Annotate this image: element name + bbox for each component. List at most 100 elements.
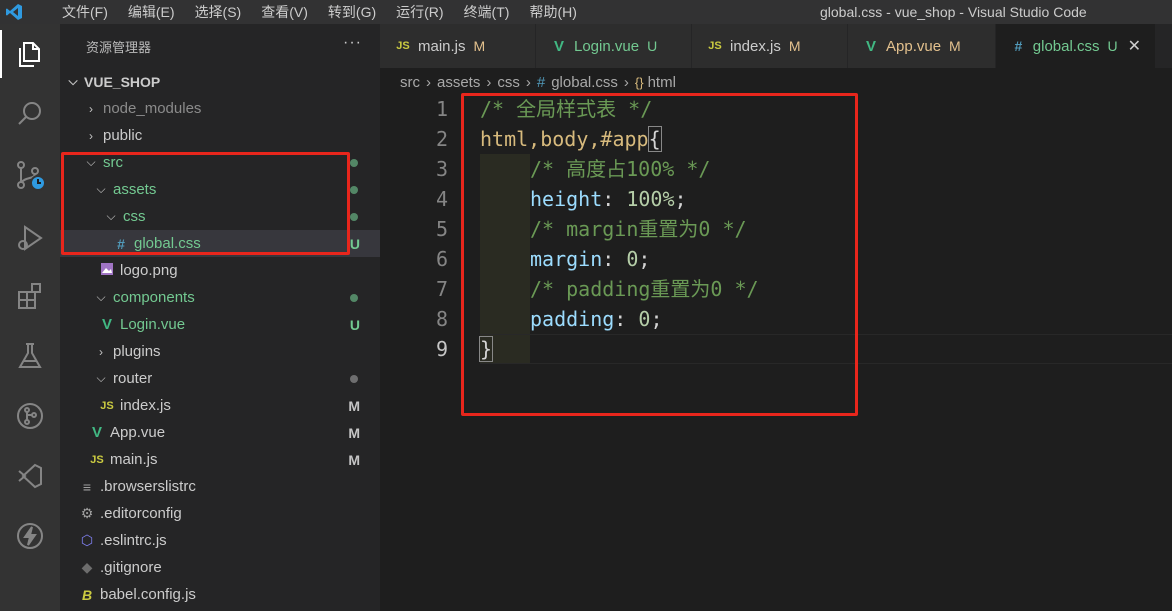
js-file-icon: JS xyxy=(708,40,722,52)
extensions-icon[interactable] xyxy=(10,276,50,316)
image-file-icon xyxy=(98,262,116,279)
line-number: 5 xyxy=(435,217,448,241)
menu-view[interactable]: 查看(V) xyxy=(251,0,318,24)
tree-item-label: .gitignore xyxy=(100,559,162,576)
run-debug-icon[interactable] xyxy=(10,218,50,258)
breadcrumb: src › assets › css › # global.css › {} h… xyxy=(400,70,676,94)
tab-login-vue[interactable]: V Login.vue U xyxy=(536,24,692,68)
tree-item-gitignore[interactable]: ◆ .gitignore xyxy=(60,554,380,581)
menu-edit[interactable]: 编辑(E) xyxy=(118,0,185,24)
vue-file-icon: V xyxy=(91,424,102,441)
tree-item-label: router xyxy=(113,370,153,387)
status-badge: M xyxy=(473,38,486,54)
status-badge: U xyxy=(647,38,658,54)
status-badge: U xyxy=(1107,38,1118,54)
editor-tabs: JS main.js M V Login.vue U JS index.js M… xyxy=(380,24,1172,68)
vscode-logo-icon xyxy=(0,0,28,24)
tree-item-main-js[interactable]: JS main.js M xyxy=(60,446,380,473)
tree-item-editorconfig[interactable]: ⚙ .editorconfig xyxy=(60,500,380,527)
tree-item-router[interactable]: ⌵ router xyxy=(60,365,380,392)
tree-item-login-vue[interactable]: V Login.vue U xyxy=(60,311,380,338)
tab-global-css[interactable]: # global.css U ✕ xyxy=(996,24,1156,68)
menu-help[interactable]: 帮助(H) xyxy=(519,0,586,24)
chevron-right-icon: › xyxy=(623,73,629,91)
tab-label: Login.vue xyxy=(574,37,640,55)
chevron-down-icon: ⌵ xyxy=(96,371,106,385)
menu-selection[interactable]: 选择(S) xyxy=(185,0,252,24)
menu-run[interactable]: 运行(R) xyxy=(386,0,453,24)
change-dot xyxy=(350,185,358,194)
menu-terminal[interactable]: 终端(T) xyxy=(454,0,520,24)
chevron-down-icon: ⌵ xyxy=(68,74,78,88)
menu-go[interactable]: 转到(G) xyxy=(318,0,386,24)
js-file-icon: JS xyxy=(90,453,104,466)
window-title: global.css - vue_shop - Visual Studio Co… xyxy=(820,4,1087,20)
tree-item-app-vue[interactable]: V App.vue M xyxy=(60,419,380,446)
tab-label: main.js xyxy=(418,37,466,55)
vue-file-icon: V xyxy=(553,37,564,55)
change-dot xyxy=(350,293,358,302)
source-control-icon[interactable] xyxy=(10,156,50,196)
explorer-icon[interactable] xyxy=(10,34,50,74)
js-file-icon: JS xyxy=(396,40,410,52)
tree-item-label: App.vue xyxy=(110,424,166,441)
tree-item-label: components xyxy=(113,289,195,306)
breadcrumb-html[interactable]: html xyxy=(648,74,676,91)
git-file-icon: ◆ xyxy=(81,559,93,575)
change-dot xyxy=(350,374,358,383)
tree-item-label: .editorconfig xyxy=(100,505,182,522)
activity-bar xyxy=(0,24,60,611)
status-badge: U xyxy=(349,316,360,333)
tree-item-components[interactable]: ⌵ components xyxy=(60,284,380,311)
vue-file-icon: V xyxy=(865,37,876,55)
tab-index-js[interactable]: JS index.js M xyxy=(692,24,848,68)
lightning-icon[interactable] xyxy=(10,516,50,556)
babel-icon: B xyxy=(81,586,93,603)
tree-item-eslintrc[interactable]: ⬡ .eslintrc.js xyxy=(60,527,380,554)
vue-file-icon: V xyxy=(101,316,112,333)
tab-app-vue[interactable]: V App.vue M xyxy=(848,24,996,68)
close-icon[interactable]: ✕ xyxy=(1128,36,1141,56)
line-number: 6 xyxy=(435,247,448,271)
tree-item-label: .browserslistrc xyxy=(100,478,196,495)
tree-item-node-modules[interactable]: › node_modules xyxy=(60,95,380,122)
more-actions-icon[interactable]: ··· xyxy=(343,34,362,52)
line-number: 3 xyxy=(435,157,448,181)
status-badge: M xyxy=(348,397,360,414)
testing-icon[interactable] xyxy=(10,336,50,376)
symbol-icon: {} xyxy=(634,74,644,90)
tree-item-browserslistrc[interactable]: ≡ .browserslistrc xyxy=(60,473,380,500)
breadcrumb-global-css[interactable]: global.css xyxy=(551,74,618,91)
chevron-right-icon: › xyxy=(486,73,492,91)
breadcrumb-css[interactable]: css xyxy=(497,74,520,91)
tab-main-js[interactable]: JS main.js M xyxy=(380,24,536,68)
chevron-right-icon: › xyxy=(426,73,431,91)
project-folder[interactable]: ⌵ VUE_SHOP xyxy=(60,68,380,95)
chevron-right-icon: › xyxy=(89,128,93,143)
tree-item-label: index.js xyxy=(120,397,171,414)
status-badge: M xyxy=(348,424,360,441)
breadcrumb-assets[interactable]: assets xyxy=(437,74,480,91)
chevron-right-icon: › xyxy=(99,344,103,359)
tree-item-label: Login.vue xyxy=(120,316,186,333)
tree-item-label: babel.config.js xyxy=(100,586,196,603)
search-icon[interactable] xyxy=(10,94,50,134)
tree-item-public[interactable]: › public xyxy=(60,122,380,149)
git-graph-icon[interactable] xyxy=(10,396,50,436)
menu-bar: 文件(F) 编辑(E) 选择(S) 查看(V) 转到(G) 运行(R) 终端(T… xyxy=(52,0,587,24)
css-file-icon: # xyxy=(1014,38,1023,54)
tree-item-index-js[interactable]: JS index.js M xyxy=(60,392,380,419)
tab-label: index.js xyxy=(730,37,781,55)
breadcrumb-src[interactable]: src xyxy=(400,74,420,91)
title-bar: 文件(F) 编辑(E) 选择(S) 查看(V) 转到(G) 运行(R) 终端(T… xyxy=(0,0,1172,24)
live-share-icon[interactable] xyxy=(10,456,50,496)
menu-file[interactable]: 文件(F) xyxy=(52,0,118,24)
tree-item-babel-config[interactable]: B babel.config.js xyxy=(60,581,380,608)
tree-item-label: public xyxy=(103,127,143,144)
tree-item-label: plugins xyxy=(113,343,161,360)
explorer-header: 资源管理器 ··· xyxy=(60,24,380,68)
tree-item-logo-png[interactable]: logo.png xyxy=(60,257,380,284)
active-indicator xyxy=(0,30,2,78)
tree-item-plugins[interactable]: › plugins xyxy=(60,338,380,365)
status-badge: M xyxy=(788,38,801,54)
